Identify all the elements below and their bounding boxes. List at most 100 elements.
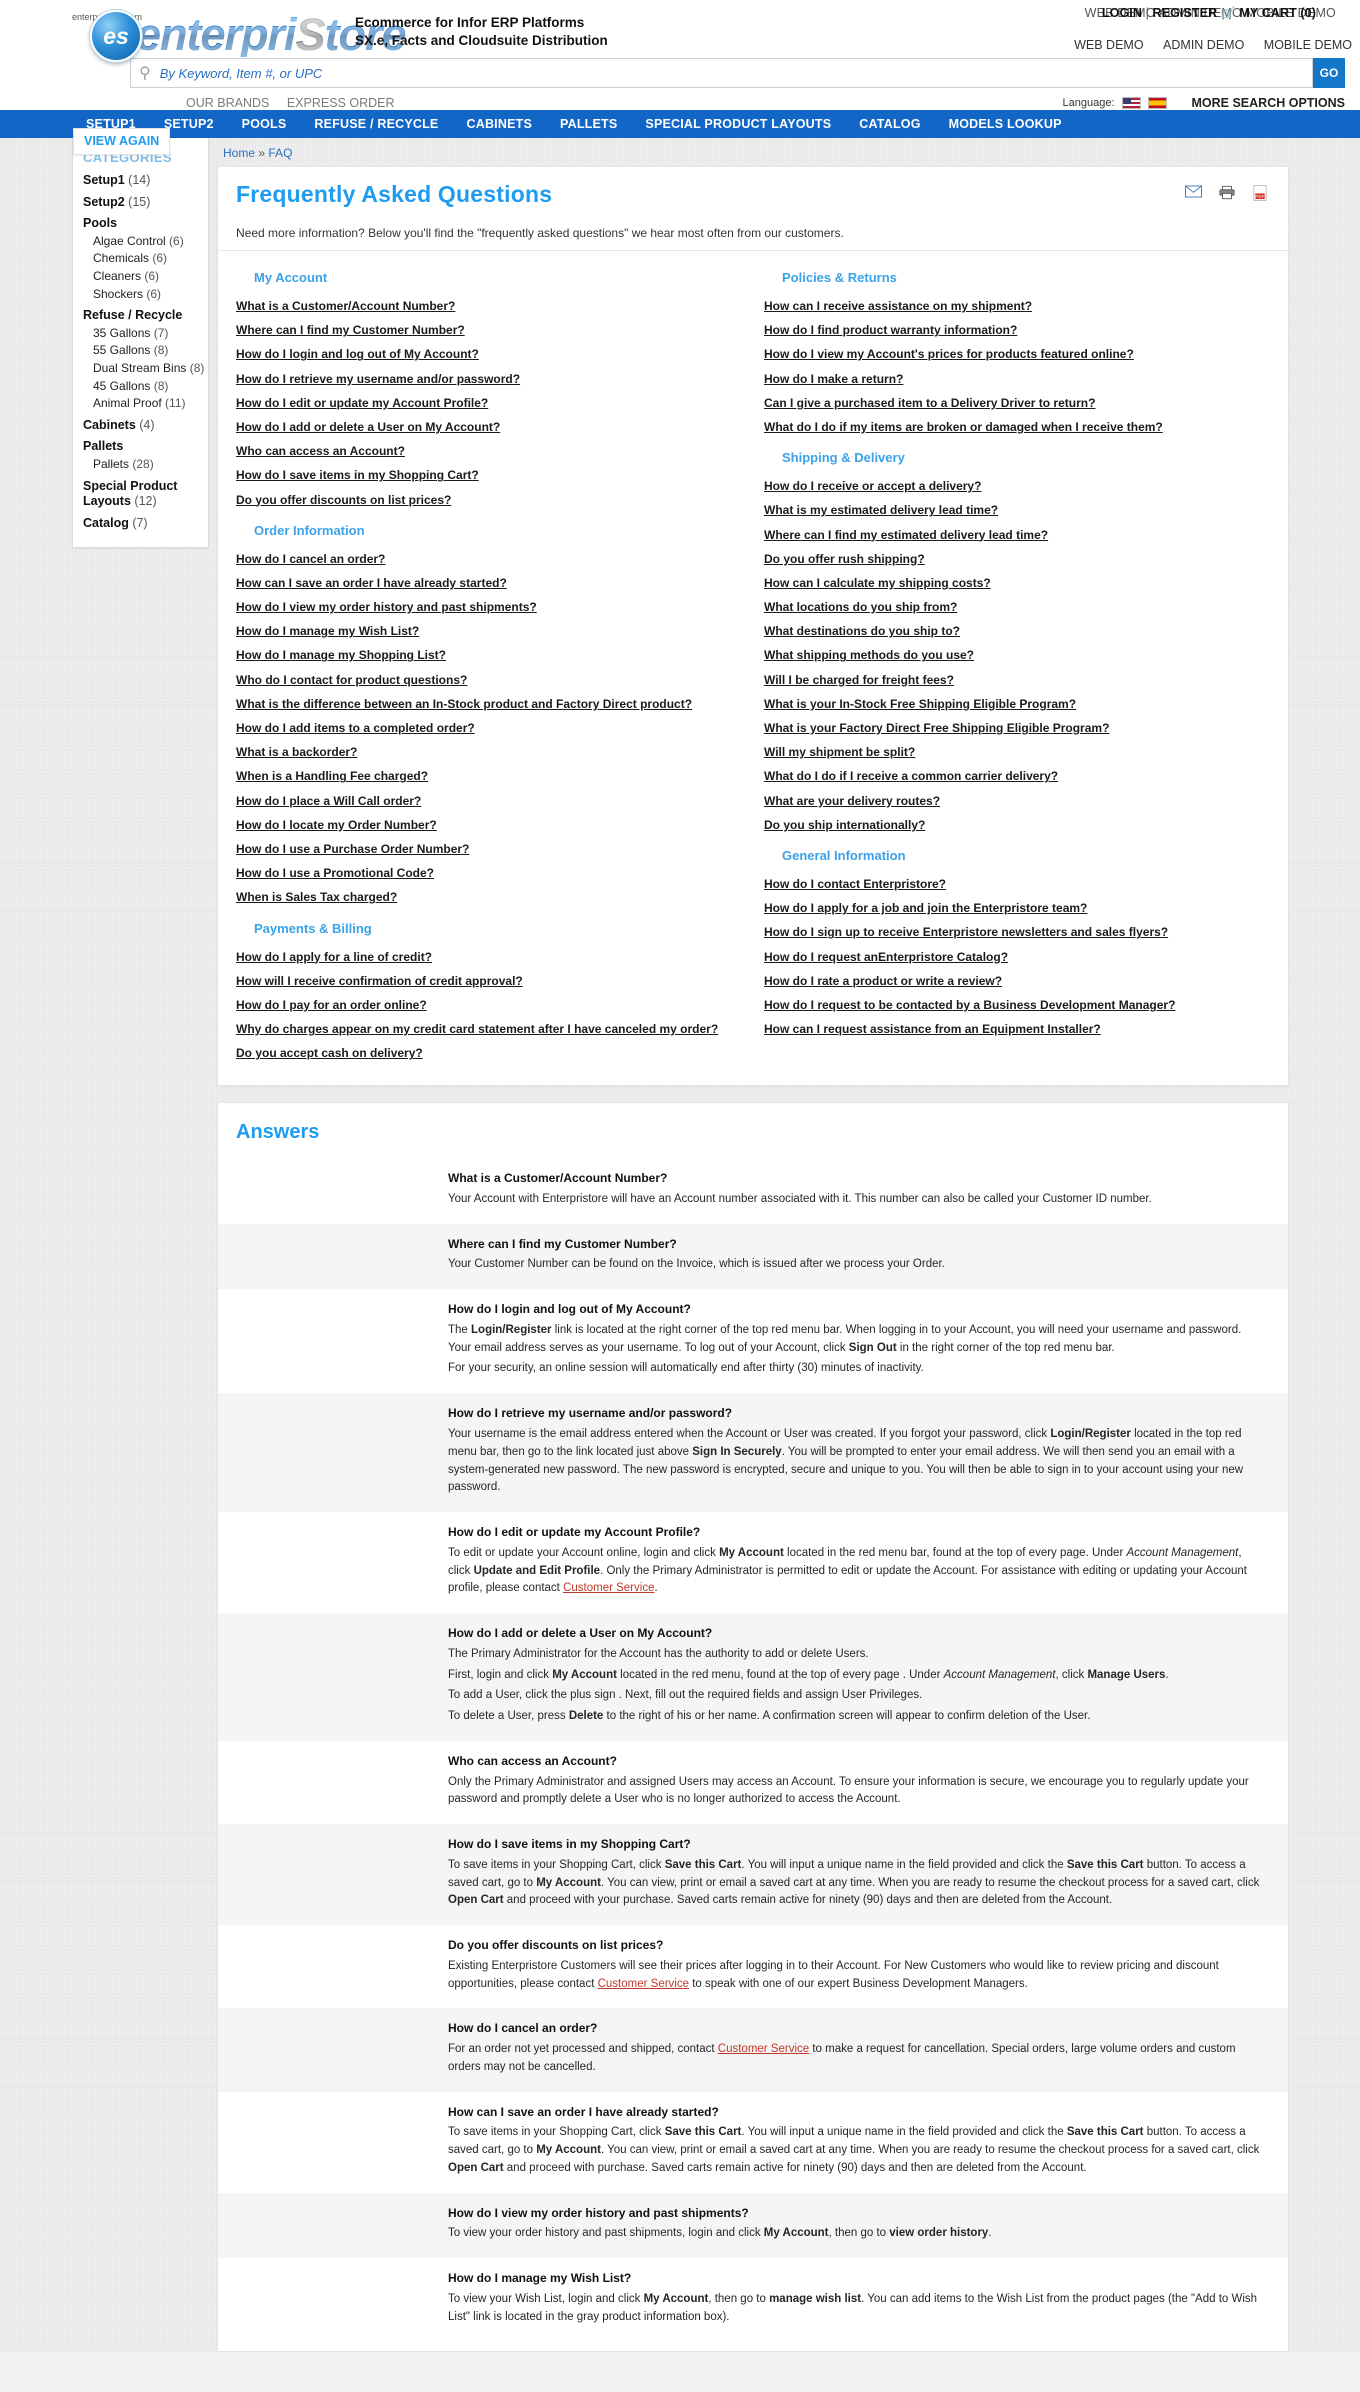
faq-question-link[interactable]: What do I do if I receive a common carri… <box>764 764 1270 788</box>
print-icon[interactable] <box>1219 185 1236 202</box>
faq-question-link[interactable]: How do I find product warranty informati… <box>764 318 1270 342</box>
faq-question-link[interactable]: How do I use a Purchase Order Number? <box>236 837 742 861</box>
faq-question-link[interactable]: How do I login and log out of My Account… <box>236 342 742 366</box>
faq-question-link[interactable]: Do you offer discounts on list prices? <box>236 488 742 512</box>
sidebar-category-cabinets[interactable]: Cabinets (4) <box>83 413 208 435</box>
login-link[interactable]: LOGIN <box>1102 6 1142 20</box>
nav-item-pools[interactable]: POOLS <box>228 117 301 131</box>
cart-icon[interactable]: 🛒 <box>1221 6 1236 20</box>
nav-item-special-product-layouts[interactable]: SPECIAL PRODUCT LAYOUTS <box>631 117 845 131</box>
faq-question-link[interactable]: How do I apply for a line of credit? <box>236 945 742 969</box>
web-demo-link[interactable]: WEB DEMO <box>1074 38 1143 52</box>
faq-question-link[interactable]: How do I cancel an order? <box>236 547 742 571</box>
customer-service-link[interactable]: Customer Service <box>718 2043 809 2055</box>
faq-question-link[interactable]: What destinations do you ship to? <box>764 619 1270 643</box>
nav-item-pallets[interactable]: PALLETS <box>546 117 631 131</box>
faq-question-link[interactable]: What are your delivery routes? <box>764 789 1270 813</box>
faq-question-link[interactable]: Do you accept cash on delivery? <box>236 1041 742 1065</box>
nav-item-cabinets[interactable]: CABINETS <box>452 117 546 131</box>
faq-question-link[interactable]: How do I make a return? <box>764 367 1270 391</box>
register-link[interactable]: REGISTER <box>1153 6 1218 20</box>
faq-question-link[interactable]: Can I give a purchased item to a Deliver… <box>764 391 1270 415</box>
customer-service-link[interactable]: Customer Service <box>563 1582 654 1594</box>
nav-item-refuse-recycle[interactable]: REFUSE / RECYCLE <box>300 117 452 131</box>
faq-question-link[interactable]: What is the difference between an In-Sto… <box>236 692 742 716</box>
faq-question-link[interactable]: When is a Handling Fee charged? <box>236 764 742 788</box>
faq-question-link[interactable]: What is your In-Stock Free Shipping Elig… <box>764 692 1270 716</box>
faq-question-link[interactable]: How do I edit or update my Account Profi… <box>236 391 742 415</box>
faq-question-link[interactable]: How can I request assistance from an Equ… <box>764 1017 1270 1041</box>
express-order-link[interactable]: EXPRESS ORDER <box>287 96 395 110</box>
search-go-button[interactable]: GO <box>1313 58 1345 88</box>
sidebar-subcategory-shockers[interactable]: Shockers (6) <box>83 286 208 304</box>
pdf-icon[interactable]: PDF <box>1253 185 1270 202</box>
faq-question-link[interactable]: How do I view my order history and past … <box>236 595 742 619</box>
faq-question-link[interactable]: When is Sales Tax charged? <box>236 885 742 909</box>
sidebar-category-refuse-recycle[interactable]: Refuse / Recycle <box>83 303 208 325</box>
sidebar-subcategory-chemicals[interactable]: Chemicals (6) <box>83 250 208 268</box>
faq-question-link[interactable]: How do I retrieve my username and/or pas… <box>236 367 742 391</box>
faq-question-link[interactable]: Who do I contact for product questions? <box>236 668 742 692</box>
faq-question-link[interactable]: How do I sign up to receive Enterpristor… <box>764 920 1270 944</box>
faq-question-link[interactable]: Why do charges appear on my credit card … <box>236 1017 742 1041</box>
faq-question-link[interactable]: How do I add items to a completed order? <box>236 716 742 740</box>
faq-question-link[interactable]: How do I apply for a job and join the En… <box>764 896 1270 920</box>
faq-question-link[interactable]: How do I manage my Shopping List? <box>236 643 742 667</box>
faq-question-link[interactable]: How do I manage my Wish List? <box>236 619 742 643</box>
sidebar-category-pallets[interactable]: Pallets <box>83 434 208 456</box>
faq-question-link[interactable]: Where can I find my Customer Number? <box>236 318 742 342</box>
sidebar-subcategory-animal-proof[interactable]: Animal Proof (11) <box>83 395 208 413</box>
faq-question-link[interactable]: Will my shipment be split? <box>764 740 1270 764</box>
faq-question-link[interactable]: How do I pay for an order online? <box>236 993 742 1017</box>
mobile-demo-link[interactable]: MOBILE DEMO <box>1264 38 1352 52</box>
email-icon[interactable] <box>1185 185 1202 202</box>
sidebar-subcategory-pallets[interactable]: Pallets (28) <box>83 456 208 474</box>
sidebar-category-pools[interactable]: Pools <box>83 211 208 233</box>
faq-question-link[interactable]: What do I do if my items are broken or d… <box>764 415 1270 439</box>
sidebar-subcategory-45-gallons[interactable]: 45 Gallons (8) <box>83 378 208 396</box>
sidebar-subcategory-cleaners[interactable]: Cleaners (6) <box>83 268 208 286</box>
faq-question-link[interactable]: How do I use a Promotional Code? <box>236 861 742 885</box>
faq-question-link[interactable]: What is your Factory Direct Free Shippin… <box>764 716 1270 740</box>
our-brands-link[interactable]: OUR BRANDS <box>186 96 269 110</box>
my-cart-link[interactable]: MY CART (0) <box>1239 6 1316 20</box>
breadcrumb-home[interactable]: Home <box>223 146 255 160</box>
faq-question-link[interactable]: How do I request anEnterpristore Catalog… <box>764 945 1270 969</box>
search-input[interactable] <box>157 64 1304 82</box>
faq-question-link[interactable]: Do you ship internationally? <box>764 813 1270 837</box>
faq-question-link[interactable]: How do I save items in my Shopping Cart? <box>236 463 742 487</box>
sidebar-category-special-product-layouts[interactable]: Special Product Layouts (12) <box>83 474 208 511</box>
faq-question-link[interactable]: How will I receive confirmation of credi… <box>236 969 742 993</box>
sidebar-category-catalog[interactable]: Catalog (7) <box>83 511 208 533</box>
sidebar-category-setup1[interactable]: Setup1 (14) <box>83 168 208 190</box>
faq-question-link[interactable]: How can I save an order I have already s… <box>236 571 742 595</box>
faq-question-link[interactable]: Do you offer rush shipping? <box>764 547 1270 571</box>
faq-question-link[interactable]: How can I calculate my shipping costs? <box>764 571 1270 595</box>
nav-item-models-lookup[interactable]: MODELS LOOKUP <box>935 117 1076 131</box>
faq-question-link[interactable]: Where can I find my estimated delivery l… <box>764 523 1270 547</box>
faq-question-link[interactable]: How do I request to be contacted by a Bu… <box>764 993 1270 1017</box>
faq-question-link[interactable]: How do I locate my Order Number? <box>236 813 742 837</box>
faq-question-link[interactable]: How do I place a Will Call order? <box>236 789 742 813</box>
faq-question-link[interactable]: How do I add or delete a User on My Acco… <box>236 415 742 439</box>
spain-flag-icon[interactable] <box>1147 97 1167 109</box>
faq-question-link[interactable]: How do I view my Account's prices for pr… <box>764 342 1270 366</box>
view-again-button[interactable]: VIEW AGAIN <box>73 128 171 155</box>
sidebar-subcategory-55-gallons[interactable]: 55 Gallons (8) <box>83 342 208 360</box>
sidebar-subcategory-dual-stream-bins[interactable]: Dual Stream Bins (8) <box>83 360 208 378</box>
faq-question-link[interactable]: How do I contact Enterpristore? <box>764 872 1270 896</box>
sidebar-subcategory-35-gallons[interactable]: 35 Gallons (7) <box>83 325 208 343</box>
faq-question-link[interactable]: What is my estimated delivery lead time? <box>764 498 1270 522</box>
faq-question-link[interactable]: What shipping methods do you use? <box>764 643 1270 667</box>
login-register-cart[interactable]: LOGIN | REGISTER 🛒 MY CART (0) <box>1102 6 1316 20</box>
customer-service-link[interactable]: Customer Service <box>598 1978 689 1990</box>
faq-question-link[interactable]: Who can access an Account? <box>236 439 742 463</box>
admin-demo-link[interactable]: ADMIN DEMO <box>1163 38 1244 52</box>
faq-question-link[interactable]: How do I receive or accept a delivery? <box>764 474 1270 498</box>
faq-question-link[interactable]: How do I rate a product or write a revie… <box>764 969 1270 993</box>
faq-question-link[interactable]: Will I be charged for freight fees? <box>764 668 1270 692</box>
more-search-options-link[interactable]: MORE SEARCH OPTIONS <box>1192 96 1346 110</box>
faq-question-link[interactable]: How can I receive assistance on my shipm… <box>764 294 1270 318</box>
faq-question-link[interactable]: What is a backorder? <box>236 740 742 764</box>
us-flag-icon[interactable] <box>1121 97 1141 109</box>
